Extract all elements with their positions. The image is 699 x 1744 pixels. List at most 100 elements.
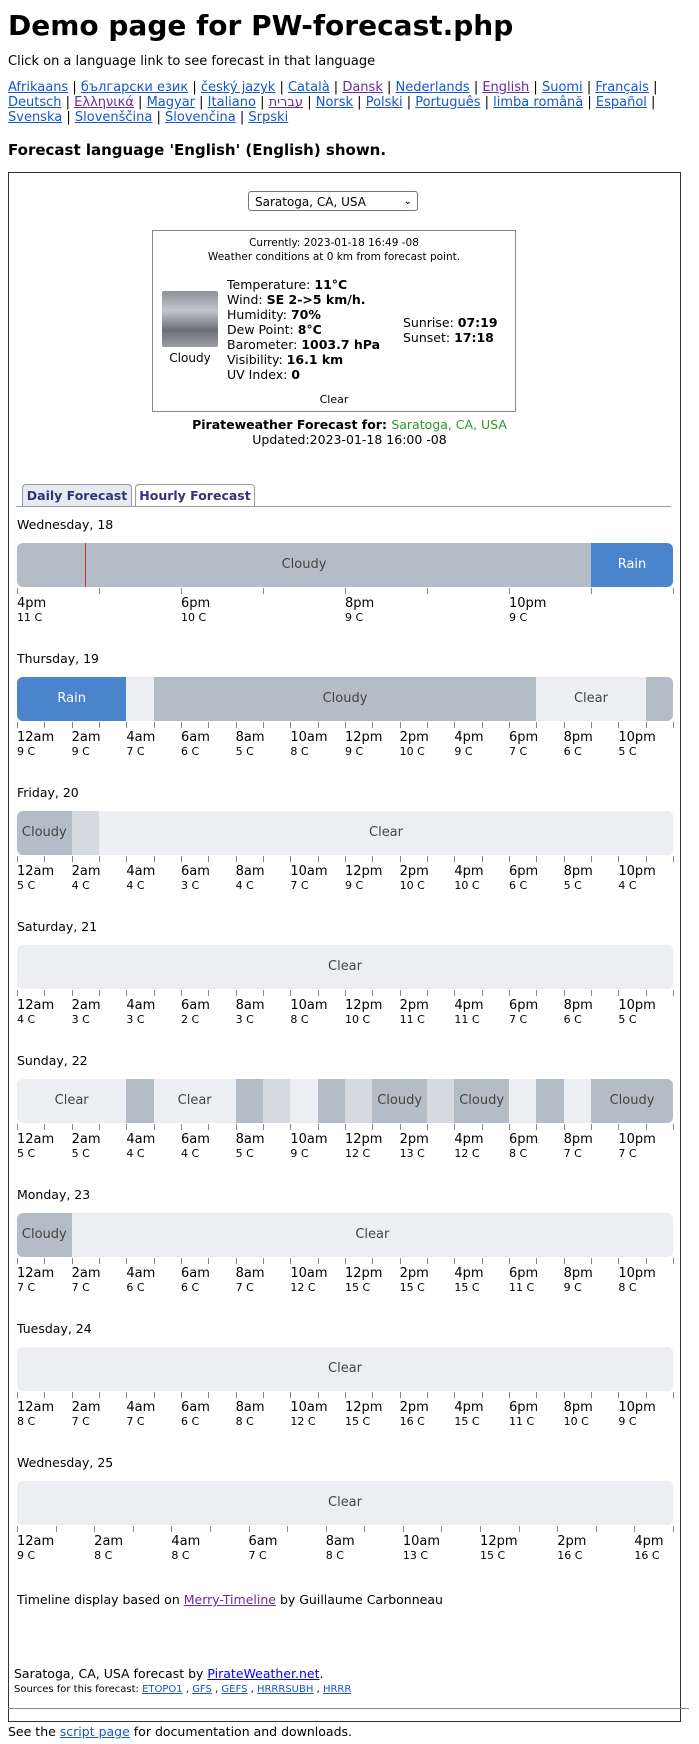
language-link[interactable]: Afrikaans: [8, 80, 68, 95]
timeline-segment-cloudy[interactable]: [126, 1079, 154, 1123]
hour-tick: [673, 1392, 674, 1398]
timeline-segment-cloudy[interactable]: [235, 1079, 263, 1123]
hour-tick: [536, 1124, 538, 1130]
source-link[interactable]: HRRRSUBH: [257, 1684, 313, 1695]
language-link[interactable]: Suomi: [542, 80, 583, 95]
timeline-segment-cloudy[interactable]: Cloudy: [372, 1079, 427, 1123]
hour-tick: [153, 1124, 155, 1130]
hour-label: 10pm: [509, 596, 547, 611]
hour-tick: [71, 1258, 73, 1264]
timeline-segment-clear[interactable]: Clear: [99, 811, 673, 855]
language-link[interactable]: Srpski: [248, 110, 288, 125]
language-link[interactable]: Polski: [366, 95, 403, 110]
timeline-segment-clear[interactable]: Clear: [71, 1213, 673, 1257]
language-link[interactable]: Svenska: [8, 110, 62, 125]
location-select[interactable]: Saratoga, CA, USA ⌄: [248, 191, 418, 211]
timeline-segment-cloudy[interactable]: [536, 1079, 564, 1123]
language-link[interactable]: Español: [596, 95, 647, 110]
timeline-segment-cloudy[interactable]: Cloudy: [17, 1213, 72, 1257]
language-link[interactable]: Dansk: [342, 80, 383, 95]
hour-tick: [208, 722, 210, 728]
timeline-segment-cloudy[interactable]: Cloudy: [454, 1079, 509, 1123]
segment-label: Cloudy: [459, 1093, 505, 1108]
language-link[interactable]: Français: [595, 80, 649, 95]
language-link[interactable]: עברית: [269, 95, 303, 110]
timeline-segment-light_cloud[interactable]: [263, 1079, 291, 1123]
timeline-segment-clear[interactable]: [563, 1079, 591, 1123]
timeline-segment-cloudy[interactable]: [645, 677, 673, 721]
sun-times: Sunrise: 07:19 Sunset: 17:18: [403, 315, 498, 345]
hour-tick: [673, 1258, 674, 1264]
timeline-segment-clear[interactable]: Clear: [17, 1481, 673, 1525]
hour-temp: 11 C: [399, 1013, 425, 1026]
footer-suffix: for documentation and downloads.: [129, 1724, 353, 1739]
language-link[interactable]: български език: [81, 80, 188, 95]
language-link[interactable]: Slovenščina: [75, 110, 153, 125]
segment-label: Cloudy: [377, 1093, 423, 1108]
hour-tick: [364, 1526, 366, 1532]
timeline-segment-cloudy[interactable]: Cloudy: [591, 1079, 673, 1123]
language-link[interactable]: Norsk: [316, 95, 353, 110]
language-link[interactable]: Ελληνικά: [74, 95, 134, 110]
hour-tick: [290, 1392, 292, 1398]
language-shown: Forecast language 'English' (English) sh…: [8, 141, 387, 159]
hour-tick: [591, 990, 592, 996]
source-link[interactable]: ETOPO1: [142, 1684, 183, 1695]
day-label: Wednesday, 25: [17, 1455, 114, 1470]
hour-temp: 16 C: [634, 1549, 660, 1562]
timeline-segment-light_cloud[interactable]: [427, 1079, 455, 1123]
language-link[interactable]: Slovenčina: [165, 110, 236, 125]
source-link[interactable]: HRRR: [323, 1684, 351, 1695]
tab-daily-forecast[interactable]: Daily Forecast: [22, 484, 132, 507]
timeline-segment-clear[interactable]: [509, 1079, 537, 1123]
timeline-segment-rain[interactable]: Rain: [591, 543, 673, 587]
language-link[interactable]: Português: [415, 95, 480, 110]
timeline-segment-rain[interactable]: Rain: [17, 677, 127, 721]
script-page-link[interactable]: script page: [60, 1724, 130, 1739]
language-link[interactable]: limba română: [493, 95, 583, 110]
language-link[interactable]: Català: [288, 80, 330, 95]
hour-tick: [563, 990, 565, 996]
timeline-segment-light_cloud[interactable]: [345, 1079, 373, 1123]
merry-timeline-link[interactable]: Merry-Timeline: [184, 1592, 276, 1607]
hour-tick: [263, 1124, 264, 1130]
hour-temp: 9 C: [563, 1281, 582, 1294]
hour-tick: [480, 1526, 482, 1532]
language-link[interactable]: English: [482, 80, 529, 95]
hour-tick: [618, 1124, 620, 1130]
language-link[interactable]: Nederlands: [396, 80, 470, 95]
language-link[interactable]: Deutsch: [8, 95, 62, 110]
timeline-segment-clear[interactable]: Clear: [17, 1347, 673, 1391]
timeline-segment-cloudy[interactable]: Cloudy: [17, 543, 591, 587]
forecast-location: Saratoga, CA, USA: [391, 417, 507, 432]
timeline-segment-clear[interactable]: Clear: [536, 677, 646, 721]
hour-tick: [290, 1258, 292, 1264]
source-link[interactable]: GEFS: [221, 1684, 247, 1695]
hour-label: 4pm: [454, 1266, 484, 1281]
hour-temp: 4 C: [235, 879, 254, 892]
timeline-segment-cloudy[interactable]: Cloudy: [153, 677, 537, 721]
tab-hourly-forecast[interactable]: Hourly Forecast: [135, 484, 255, 507]
language-link[interactable]: Italiano: [208, 95, 256, 110]
timeline-segment-cloudy[interactable]: Cloudy: [17, 811, 72, 855]
timeline-segment-clear[interactable]: Clear: [17, 1079, 127, 1123]
timeline-segment-clear[interactable]: Clear: [153, 1079, 236, 1123]
timeline-segment-clear[interactable]: [126, 677, 154, 721]
current-distance: Weather conditions at 0 km from forecast…: [207, 251, 461, 263]
timeline-segment-cloudy[interactable]: [317, 1079, 345, 1123]
hour-label: 10pm: [618, 864, 656, 879]
source-link[interactable]: GFS: [192, 1684, 212, 1695]
language-link[interactable]: Magyar: [147, 95, 195, 110]
language-link[interactable]: český jazyk: [201, 80, 275, 95]
day-label: Thursday, 19: [17, 651, 99, 666]
hour-temp: 7 C: [509, 745, 528, 758]
hour-label: 12pm: [345, 730, 383, 745]
timeline-segment-clear[interactable]: Clear: [17, 945, 673, 989]
pirateweather-link[interactable]: PirateWeather.net: [207, 1666, 319, 1681]
timeline-segment-light_cloud[interactable]: [71, 811, 99, 855]
hour-temp: 4 C: [618, 879, 637, 892]
hour-tick: [317, 1258, 319, 1264]
hour-tick: [44, 1258, 46, 1264]
timeline-segment-clear[interactable]: [290, 1079, 318, 1123]
tick-row: [17, 588, 674, 596]
